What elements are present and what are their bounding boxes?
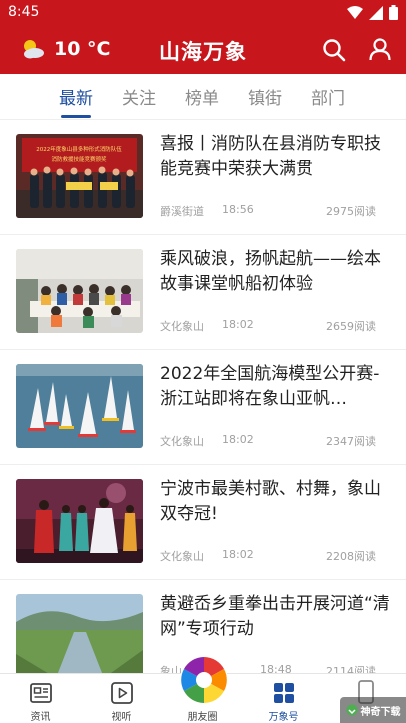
news-thumbnail — [16, 479, 143, 563]
nav-label: 资讯 — [30, 712, 51, 723]
news-time: 18:02 — [222, 433, 254, 446]
news-title[interactable]: 黄避岙乡重拳出击开展河道“清网”专项行动 — [160, 592, 392, 642]
news-title[interactable]: 宁波市最美村歌、村舞，象山双夺冠! — [160, 477, 392, 527]
search-icon[interactable] — [322, 38, 346, 62]
svg-text:2022年度象山县多种形式消防队伍: 2022年度象山县多种形式消防队伍 — [36, 145, 122, 153]
tab-following[interactable]: 关注 — [122, 84, 156, 109]
tab-latest[interactable]: 最新 — [59, 84, 93, 109]
app-header: 10 °C 山海万象 — [0, 26, 406, 74]
watermark-text: 神奇下载 — [360, 706, 401, 718]
download-logo-icon — [346, 704, 357, 716]
news-read-count: 2208阅读 — [326, 550, 376, 563]
news-item[interactable]: 乘风破浪，扬帆起航——绘本故事课堂帆船初体验 文化象山 18:02 2659阅读 — [0, 235, 406, 350]
nav-news[interactable]: 资讯 — [0, 674, 81, 723]
news-source: 文化象山 — [160, 435, 204, 448]
svg-text:消防救援技能竞赛颁奖: 消防救援技能竞赛颁奖 — [51, 155, 107, 163]
grid-icon — [274, 683, 294, 703]
nav-video[interactable]: 视听 — [81, 674, 162, 723]
user-icon[interactable] — [368, 37, 392, 61]
news-thumbnail: 2022年度象山县多种形式消防队伍 消防救援技能竞赛颁奖 — [16, 134, 143, 218]
news-source: 文化象山 — [160, 320, 204, 333]
status-time: 8:45 — [8, 4, 40, 20]
nav-label: 万象号 — [268, 712, 299, 723]
nav-wanxiang[interactable]: 万象号 — [243, 674, 324, 723]
news-item[interactable]: 2022年度象山县多种形式消防队伍 消防救援技能竞赛颁奖 喜报丨消防队在县消防专… — [0, 120, 406, 235]
news-thumbnail — [16, 364, 143, 448]
news-time: 18:56 — [222, 203, 254, 216]
news-source: 文化象山 — [160, 550, 204, 563]
news-title[interactable]: 2022年全国航海模型公开赛-浙江站即将在象山亚帆… — [160, 362, 392, 412]
news-time: 18:02 — [222, 548, 254, 561]
news-thumbnail — [16, 594, 143, 673]
news-icon — [30, 683, 52, 703]
news-title[interactable]: 喜报丨消防队在县消防专职技能竞赛中荣获大满贯 — [160, 132, 392, 182]
news-read-count: 2975阅读 — [326, 205, 376, 218]
news-thumbnail — [16, 249, 143, 333]
news-source: 爵溪街道 — [160, 205, 204, 218]
nav-label: 视听 — [111, 712, 132, 723]
active-tab-indicator — [61, 115, 91, 118]
news-read-count: 2114阅读 — [326, 665, 376, 673]
tab-rankings[interactable]: 榜单 — [185, 84, 219, 109]
news-time: 18:48 — [260, 663, 292, 673]
video-icon — [111, 682, 133, 704]
watermark-badge: 神奇下载 — [340, 697, 406, 723]
news-time: 18:02 — [222, 318, 254, 331]
signal-icon — [369, 5, 383, 20]
tab-towns[interactable]: 镇街 — [248, 84, 282, 109]
status-icons — [347, 5, 398, 20]
news-title[interactable]: 乘风破浪，扬帆起航——绘本故事课堂帆船初体验 — [160, 247, 392, 297]
channel-tabs: 最新 关注 榜单 镇街 部门 — [0, 74, 406, 120]
status-bar: 8:45 — [0, 0, 406, 26]
battery-icon — [389, 5, 398, 20]
news-feed[interactable]: 2022年度象山县多种形式消防队伍 消防救援技能竞赛颁奖 喜报丨消防队在县消防专… — [0, 120, 406, 673]
wifi-icon — [347, 5, 363, 19]
aperture-icon[interactable] — [179, 655, 229, 705]
news-read-count: 2347阅读 — [326, 435, 376, 448]
tab-departments[interactable]: 部门 — [311, 84, 345, 109]
nav-label: 朋友圈 — [187, 712, 218, 723]
news-item[interactable]: 2022年全国航海模型公开赛-浙江站即将在象山亚帆… 文化象山 18:02 23… — [0, 350, 406, 465]
news-read-count: 2659阅读 — [326, 320, 376, 333]
news-item[interactable]: 宁波市最美村歌、村舞，象山双夺冠! 文化象山 18:02 2208阅读 — [0, 465, 406, 580]
